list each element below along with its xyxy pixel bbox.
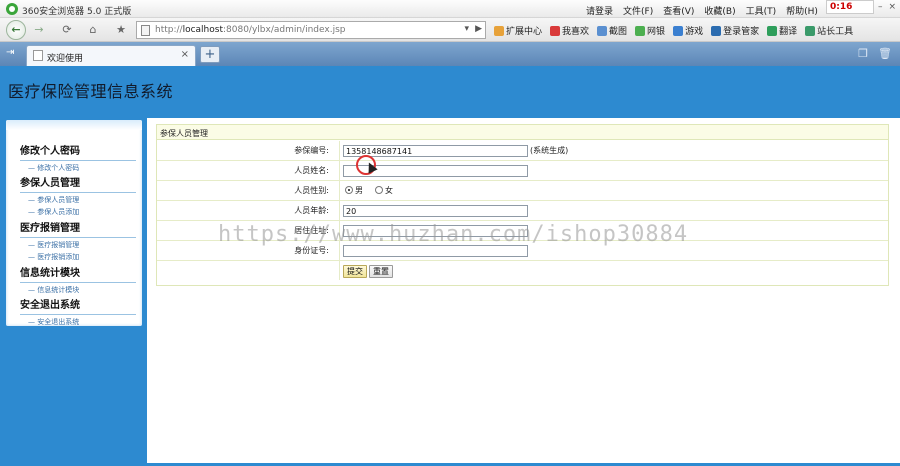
browser-menu-bar: 请登录 文件(F) 查看(V) 收藏(B) 工具(T) 帮助(H) [586, 4, 818, 17]
panel-top-gradient [6, 120, 142, 130]
menu-group-title: 安全退出系统 [20, 296, 136, 315]
menu-item-change-password[interactable]: 修改个人密码 [20, 163, 136, 173]
age-label: 人员年龄: [157, 201, 340, 220]
login-link[interactable]: 请登录 [586, 4, 613, 17]
browser-toolbar: 扩展中心 我喜欢 截图 网银 游戏 登录管家 翻译 站长工具 [494, 24, 853, 37]
menu-item-reimbursement-manage[interactable]: 医疗报销管理 [20, 240, 136, 250]
form-header: 参保人员管理 [157, 125, 888, 140]
sidebar-toggle-icon[interactable]: ⇥ [6, 47, 20, 60]
back-arrow-icon[interactable]: ← [6, 20, 26, 40]
watermark-text: https://www.huzhan.com/ishop30884 [218, 222, 689, 247]
menu-group-password: 修改个人密码 修改个人密码 [20, 142, 136, 173]
address-dropdown-icon[interactable]: ▾ [464, 24, 469, 34]
window-controls: – × [878, 2, 896, 12]
heart-icon [550, 25, 561, 36]
menu-group-statistics: 信息统计模块 信息统计模块 [20, 264, 136, 295]
actions-label [157, 261, 340, 280]
gender-label: 人员性别: [157, 181, 340, 200]
webmaster-tools-button[interactable]: 站长工具 [805, 24, 853, 37]
refresh-icon[interactable]: ⟳ [58, 21, 76, 39]
translate-button[interactable]: 翻译 [767, 24, 797, 37]
home-icon[interactable]: ⌂ [84, 21, 102, 39]
restore-tabs-icon[interactable]: ❐ [858, 47, 868, 60]
left-menu-panel: 修改个人密码 修改个人密码 参保人员管理 参保人员管理 参保人员添加 医疗报销管… [6, 120, 142, 326]
menu-group-title: 医疗报销管理 [20, 219, 136, 238]
menu-item-insured-manage[interactable]: 参保人员管理 [20, 195, 136, 205]
screenshot-button[interactable]: 截图 [597, 24, 627, 37]
form-row-gender: 人员性别: 男 女 [157, 181, 888, 201]
form-row-age: 人员年龄: [157, 201, 888, 221]
menu-group-reimbursement: 医疗报销管理 医疗报销管理 医疗报销添加 [20, 219, 136, 262]
game-icon [673, 25, 684, 36]
name-label: 人员姓名: [157, 161, 340, 180]
gender-female-radio[interactable] [375, 186, 383, 194]
submit-button[interactable]: 提交 [343, 265, 367, 278]
new-tab-button[interactable]: + [200, 46, 220, 63]
browser-logo-icon [6, 3, 18, 15]
address-bar[interactable]: http://localhost:8080/ylbx/admin/index.j… [136, 21, 486, 39]
games-button[interactable]: 游戏 [673, 24, 703, 37]
menu-favorites[interactable]: 收藏(B) [704, 4, 735, 17]
menu-item-statistics[interactable]: 信息统计模块 [20, 285, 136, 295]
menu-group-title: 信息统计模块 [20, 264, 136, 283]
minimize-icon[interactable]: – [878, 2, 883, 12]
browser-title-bar: 360安全浏览器 5.0 正式版 请登录 文件(F) 查看(V) 收藏(B) 工… [0, 0, 900, 18]
insured-form-panel: 参保人员管理 参保编号: (系统生成) 人员姓名: 人员性别: 男 [156, 124, 889, 286]
address-url: http://localhost:8080/ylbx/admin/index.j… [155, 25, 346, 35]
menu-group-title: 参保人员管理 [20, 174, 136, 193]
favorite-star-icon[interactable]: ★ [112, 21, 130, 39]
menu-tools[interactable]: 工具(T) [746, 4, 777, 17]
tab-strip-tools: ❐ 🗑 [858, 47, 892, 60]
insurance-no-field[interactable] [343, 145, 528, 157]
gender-male-radio[interactable] [345, 186, 353, 194]
form-row-insurance-no: 参保编号: (系统生成) [157, 141, 888, 161]
scissors-icon [597, 25, 608, 36]
key-icon [711, 25, 722, 36]
system-generated-note: (系统生成) [530, 146, 569, 155]
netbank-button[interactable]: 网银 [635, 24, 665, 37]
menu-group-title: 修改个人密码 [20, 142, 136, 161]
page-icon [141, 25, 150, 36]
menu-item-reimbursement-add[interactable]: 医疗报销添加 [20, 252, 136, 262]
reset-button[interactable]: 重置 [369, 265, 393, 278]
menu-item-insured-add[interactable]: 参保人员添加 [20, 207, 136, 217]
main-content: 参保人员管理 参保编号: (系统生成) 人员姓名: 人员性别: 男 [147, 118, 900, 466]
app-title: 医疗保险管理信息系统 [8, 82, 174, 101]
browser-title: 360安全浏览器 5.0 正式版 [22, 7, 132, 17]
form-row-actions: 提交 重置 [157, 261, 888, 281]
like-button[interactable]: 我喜欢 [550, 24, 589, 37]
browser-nav-bar: ← → ⟳ ⌂ ★ http://localhost:8080/ylbx/adm… [0, 18, 900, 42]
menu-file[interactable]: 文件(F) [623, 4, 653, 17]
menu-view[interactable]: 查看(V) [663, 4, 694, 17]
clock-display: 0:16 [826, 0, 874, 14]
tab-label: 欢迎使用 [47, 54, 84, 64]
extension-icon [494, 25, 504, 36]
login-manager-button[interactable]: 登录管家 [711, 24, 759, 37]
forward-arrow-icon[interactable]: → [30, 21, 48, 39]
menu-group-logout: 安全退出系统 安全退出系统 [20, 296, 136, 327]
form-row-name: 人员姓名: [157, 161, 888, 181]
bank-icon [635, 25, 646, 36]
app-area: 医疗保险管理信息系统 修改个人密码 修改个人密码 参保人员管理 参保人员管理 参… [0, 66, 900, 466]
tab-welcome[interactable]: 欢迎使用 × [26, 45, 196, 66]
tools-icon [805, 25, 816, 36]
go-icon[interactable]: ▶ [475, 24, 482, 34]
trash-icon[interactable]: 🗑 [878, 47, 892, 60]
insurance-no-label: 参保编号: [157, 141, 340, 160]
form-heading: 参保人员管理 [160, 129, 208, 138]
extension-center-button[interactable]: 扩展中心 [494, 24, 542, 37]
menu-help[interactable]: 帮助(H) [786, 4, 818, 17]
tab-strip: ⇥ 欢迎使用 × + ❐ 🗑 [0, 42, 900, 66]
gender-female-label: 女 [385, 186, 393, 195]
age-field[interactable] [343, 205, 528, 217]
page-icon [33, 50, 43, 61]
app-header: 医疗保险管理信息系统 [0, 66, 900, 118]
close-icon[interactable]: × [888, 2, 896, 12]
menu-item-logout[interactable]: 安全退出系统 [20, 317, 136, 327]
translate-icon [767, 25, 778, 36]
menu-group-insured: 参保人员管理 参保人员管理 参保人员添加 [20, 174, 136, 217]
gender-male-label: 男 [355, 186, 363, 195]
close-tab-icon[interactable]: × [181, 49, 189, 60]
